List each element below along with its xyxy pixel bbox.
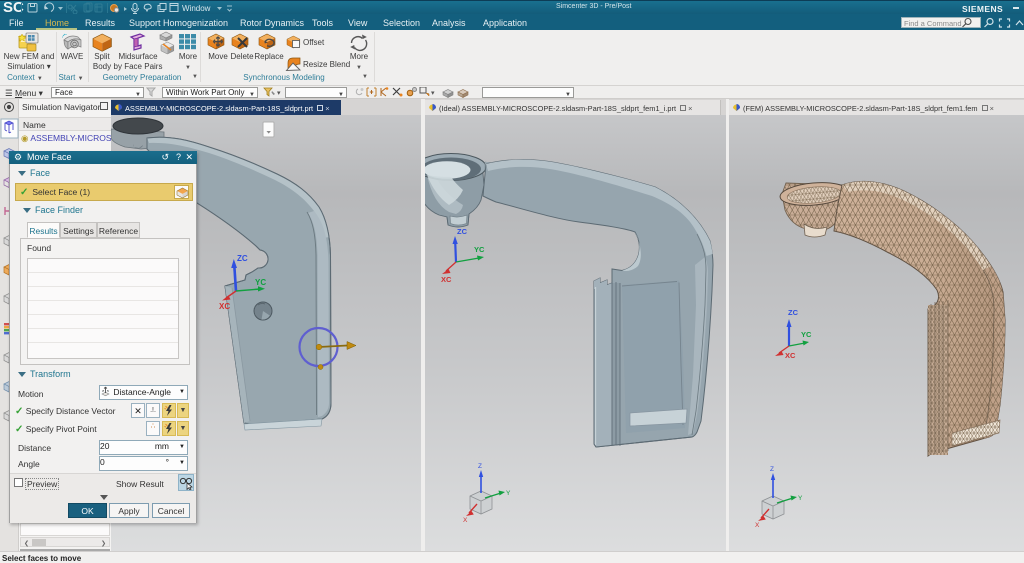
svg-text:Z: Z	[770, 466, 774, 473]
svg-text:Y: Y	[506, 490, 511, 497]
svg-text:ZC: ZC	[788, 308, 799, 317]
svg-text:▾: ▾	[431, 90, 435, 97]
svg-text:YC: YC	[255, 278, 266, 287]
svg-text:Z: Z	[478, 463, 482, 470]
svg-text:XC: XC	[219, 302, 230, 311]
svg-text:XC: XC	[441, 275, 452, 284]
svg-text:ZC: ZC	[237, 254, 248, 263]
svg-text:Y: Y	[798, 495, 803, 502]
svg-text:ZC: ZC	[457, 227, 468, 236]
svg-text:X: X	[463, 517, 468, 524]
svg-text:YC: YC	[801, 330, 812, 339]
svg-text:XC: XC	[785, 351, 796, 360]
svg-text:X: X	[755, 522, 760, 529]
svg-text:Window: Window	[182, 4, 211, 13]
svg-text:▾: ▾	[277, 90, 281, 97]
svg-text:YC: YC	[474, 245, 485, 254]
